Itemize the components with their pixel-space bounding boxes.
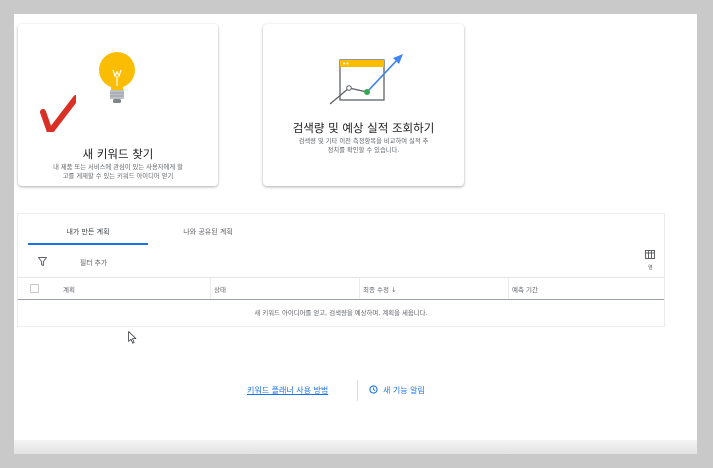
mouse-cursor-icon — [128, 331, 137, 344]
add-filter-button[interactable]: 필터 추가 — [80, 257, 107, 267]
table-header-row: 계획 상태 최종 수정 ↓ 예측 기간 — [18, 277, 664, 300]
card-description: 내 제품 또는 서비스에 관심이 있는 사용자에게 할 고를 게재할 수 있는 … — [26, 163, 210, 181]
select-all-checkbox[interactable] — [30, 284, 39, 293]
lightbulb-icon — [99, 52, 135, 103]
column-divider — [359, 278, 360, 299]
empty-table-message: 새 키워드 아이디어를 얻고, 검색량을 예상하며, 계획을 세웁니다. — [254, 309, 428, 317]
plans-panel: 내가 만든 계획 나와 공유된 계획 필터 추가 열 계획 상태 최종 수정 ↓… — [17, 213, 665, 327]
column-header-last-modified[interactable]: 최종 수정 ↓ — [363, 284, 397, 294]
page-bottom-edge — [14, 440, 697, 454]
card-title: 새 키워드 찾기 — [82, 147, 154, 161]
tab-my-plans[interactable]: 내가 만든 계획 — [28, 227, 148, 237]
columns-icon[interactable] — [645, 250, 655, 259]
card-title: 검색량 및 예상 실적 조회하기 — [292, 121, 435, 135]
card-description-line: 정치를 확인할 수 있습니다. — [327, 147, 400, 154]
filter-icon[interactable] — [38, 257, 47, 266]
info-clock-icon[interactable] — [369, 385, 378, 394]
discover-keywords-card[interactable]: 새 키워드 찾기 내 제품 또는 서비스에 관심이 있는 사용자에게 할 고를 … — [18, 24, 218, 186]
how-to-use-keyword-planner-link[interactable]: 키워드 플래너 사용 방법 — [247, 385, 328, 396]
footer-divider — [357, 380, 358, 401]
column-header-status[interactable]: 상태 — [214, 284, 226, 294]
card-description-line: 내 제품 또는 서비스에 관심이 있는 사용자에게 할 — [53, 164, 183, 171]
card-description: 검색량 및 기타 이전 측정항목을 비교하여 실적 추 정치를 확인할 수 있습… — [277, 137, 450, 155]
tab-shared-plans[interactable]: 나와 공유된 계획 — [148, 227, 268, 237]
card-description-line: 고를 게재할 수 있는 키워드 아이디어 얻기 — [62, 173, 174, 180]
card-description-line: 검색량 및 기타 이전 측정항목을 비교하여 실적 추 — [298, 138, 429, 145]
column-divider — [210, 278, 211, 299]
column-header-forecast-period[interactable]: 예측 기간 — [512, 284, 538, 294]
column-divider — [508, 278, 509, 299]
trend-chart-icon — [329, 54, 403, 105]
columns-label: 열 — [648, 265, 653, 271]
column-header-plan[interactable]: 계획 — [63, 284, 75, 294]
whats-new-link[interactable]: 새 기능 알림 — [383, 385, 425, 396]
red-checkmark-annotation — [40, 95, 76, 132]
search-volume-forecast-card[interactable]: 검색량 및 예상 실적 조회하기 검색량 및 기타 이전 측정항목을 비교하여 … — [263, 24, 464, 186]
selected-tab-indicator — [28, 243, 148, 245]
